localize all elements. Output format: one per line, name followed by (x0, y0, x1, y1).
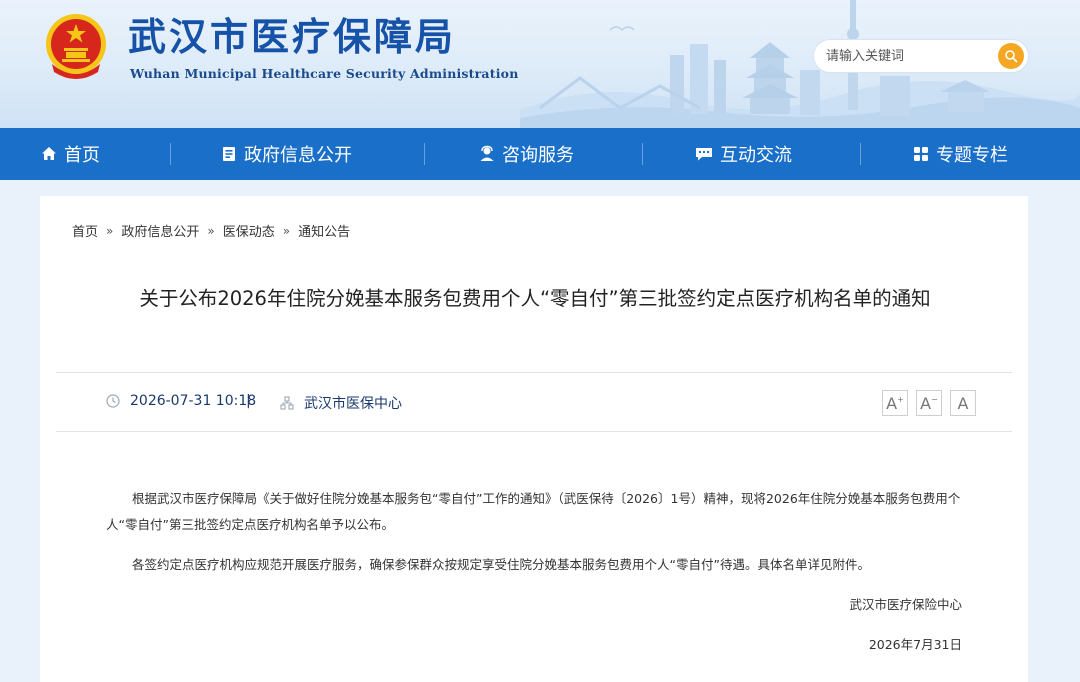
font-size-increase-button[interactable]: A + (882, 390, 908, 416)
main-nav: 首页 政府信息公开 咨询服务 互动交流 专题专栏 (0, 128, 1080, 180)
nav-item-gov-info[interactable]: 政府信息公开 (220, 128, 352, 180)
nav-item-interaction[interactable]: 互动交流 (694, 128, 792, 180)
article-paragraph: 根据武汉市医疗保障局《关于做好住院分娩基本服务包“零自付”工作的通知》（武医保待… (106, 491, 961, 532)
breadcrumb-news[interactable]: 医保动态 (223, 221, 275, 240)
font-size-decrease-button[interactable]: A − (916, 390, 942, 416)
national-emblem-logo (46, 14, 106, 79)
nav-divider (642, 143, 643, 165)
home-icon (42, 147, 56, 160)
publish-date-value: 2026-07-31 10:18 (130, 393, 257, 409)
nav-divider (860, 143, 861, 165)
nav-item-label: 专题专栏 (936, 145, 1008, 166)
nav-item-label: 政府信息公开 (244, 145, 352, 166)
breadcrumb-notices[interactable]: 通知公告 (298, 221, 350, 240)
font-size-reset-button[interactable]: A (950, 390, 976, 416)
article-paragraph: 各签约定点医疗机构应规范开展医疗服务，确保参保群众按规定享受住院分娩基本服务包费… (132, 557, 870, 572)
grid-icon (914, 147, 928, 161)
article-meta-bar: 2026-07-31 10:18 | 武汉市医保中心 A + A − A (56, 372, 1012, 432)
search-box (814, 40, 1028, 72)
search-icon (1005, 50, 1018, 63)
site-header: 武汉市医疗保障局 Wuhan Municipal Healthcare Secu… (0, 0, 1080, 128)
site-subtitle: Wuhan Municipal Healthcare Security Admi… (130, 66, 519, 81)
nav-item-label: 互动交流 (720, 145, 792, 166)
chat-icon (696, 148, 712, 161)
breadcrumb-gov-info[interactable]: 政府信息公开 (121, 221, 199, 240)
consult-icon (480, 145, 494, 161)
article-source-value: 武汉市医保中心 (304, 396, 402, 412)
nav-divider (170, 143, 171, 165)
nav-item-consult[interactable]: 咨询服务 (478, 128, 574, 180)
nav-item-special-topics[interactable]: 专题专栏 (912, 128, 1008, 180)
nav-divider (424, 143, 425, 165)
article-source: 武汉市医保中心 (280, 393, 402, 413)
breadcrumb-separator: » (207, 223, 215, 238)
search-button[interactable] (998, 43, 1024, 69)
article-card: 首页 » 政府信息公开 » 医保动态 » 通知公告 关于公布2026年住院分娩基… (40, 196, 1028, 682)
breadcrumb: 首页 » 政府信息公开 » 医保动态 » 通知公告 (72, 221, 350, 241)
search-input[interactable] (826, 46, 996, 66)
organization-icon (280, 396, 294, 410)
breadcrumb-home[interactable]: 首页 (72, 221, 98, 240)
nav-item-home[interactable]: 首页 (40, 128, 100, 180)
signature-date: 2026年7月31日 (868, 637, 962, 652)
clock-icon (106, 394, 120, 408)
nav-item-label: 咨询服务 (502, 145, 574, 166)
article-title: 关于公布2026年住院分娩基本服务包费用个人“零自付”第三批签约定点医疗机构名单… (139, 287, 931, 310)
nav-item-label: 首页 (64, 145, 100, 166)
site-title: 武汉市医疗保障局 (128, 15, 457, 59)
signature-organization: 武汉市医疗保险中心 (849, 597, 962, 612)
meta-divider: | (246, 393, 251, 409)
document-icon (223, 147, 235, 161)
breadcrumb-separator: » (282, 223, 291, 238)
publish-date: 2026-07-31 10:18 (106, 393, 256, 409)
breadcrumb-separator: » (106, 223, 114, 238)
